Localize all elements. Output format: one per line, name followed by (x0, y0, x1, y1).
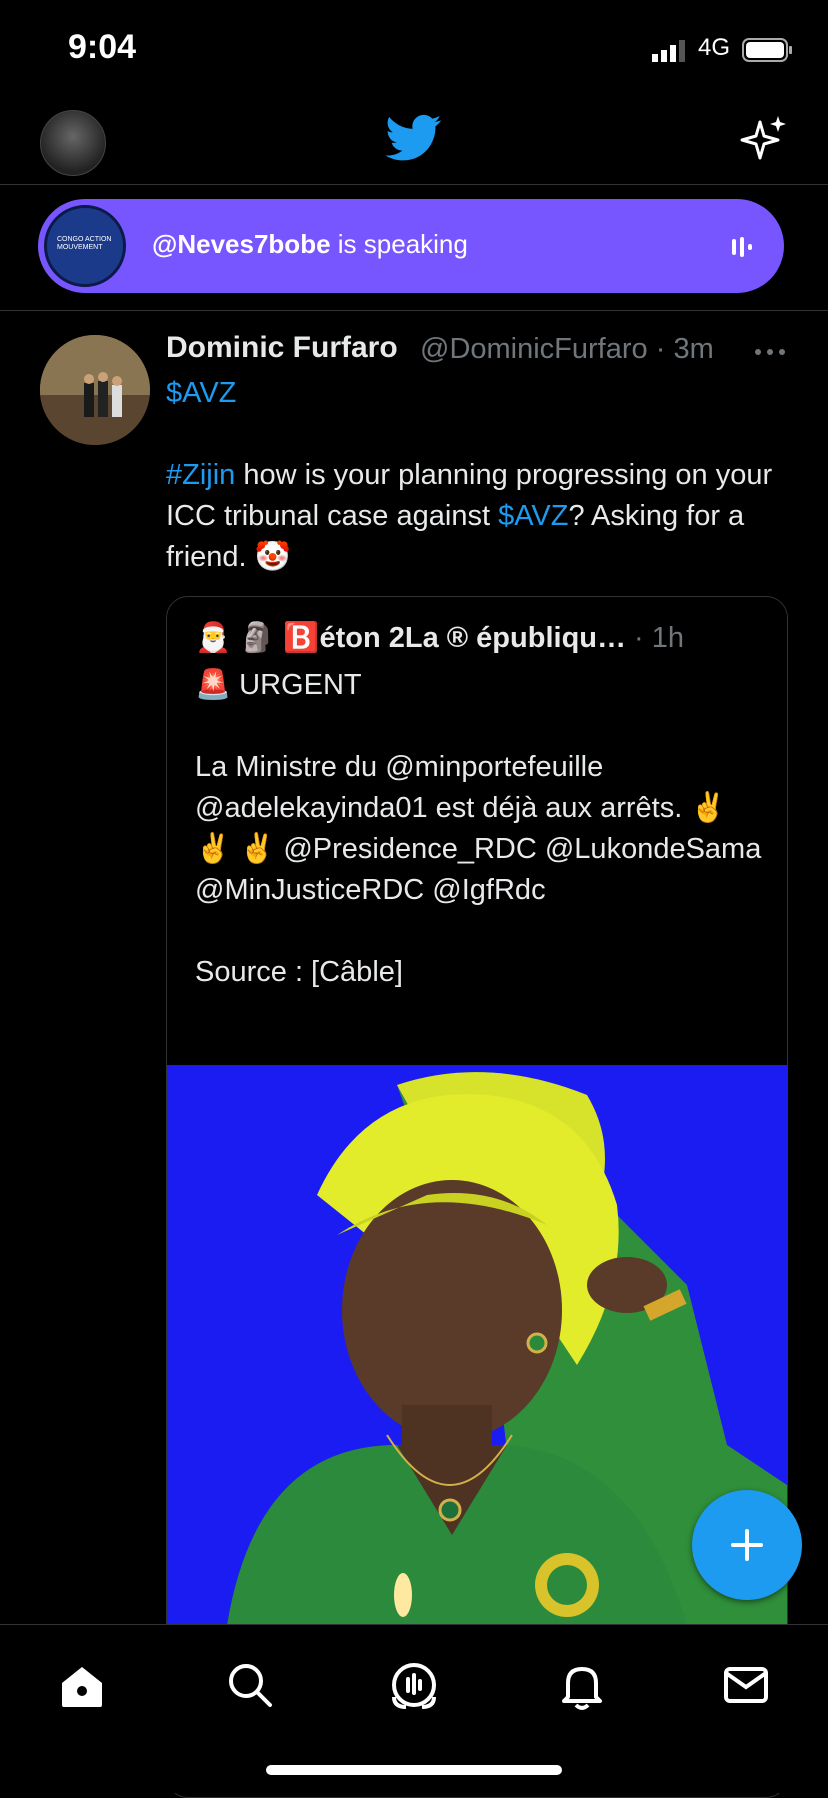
quote-separator: · (626, 622, 652, 654)
tab-bar (0, 1624, 828, 1793)
tweet-time: 3m (673, 333, 714, 365)
top-bar (0, 100, 828, 185)
author-meta: @DominicFurfaro · 3m (420, 333, 714, 366)
notifications-icon[interactable] (554, 1657, 610, 1713)
search-icon[interactable] (222, 1657, 278, 1713)
quoted-tweet[interactable]: 🎅 🗿 🅱️éton 2La ® épubliqu… · 1h 🚨 URGENT… (166, 596, 788, 1798)
meta-separator: · (647, 333, 674, 365)
spaces-banner[interactable]: CONGO ACTION MOUVEMENT @Neves7bobe is sp… (38, 199, 784, 293)
quote-emoji-avatar: 🎅 🗿 (195, 622, 276, 654)
spaces-avatar-text: CONGO ACTION MOUVEMENT (57, 236, 112, 251)
spaces-handle: @Neves7bobe (152, 229, 331, 259)
author-avatar[interactable] (40, 335, 150, 445)
quote-header: 🎅 🗿 🅱️éton 2La ® épubliqu… · 1h (195, 621, 684, 655)
author-handle[interactable]: @DominicFurfaro (420, 333, 648, 365)
network-label: 4G (698, 34, 731, 61)
cashtag-link[interactable]: $AVZ (498, 500, 568, 532)
quote-body: 🚨 URGENT La Ministre du @minportefeuille… (195, 669, 762, 988)
status-bar: 9:04 4G (0, 0, 828, 100)
messages-icon[interactable] (718, 1657, 774, 1713)
spaces-host-avatar: CONGO ACTION MOUVEMENT (44, 205, 126, 287)
home-indicator (266, 1765, 562, 1775)
spaces-suffix: is speaking (330, 229, 468, 259)
equalizer-icon (732, 237, 752, 257)
twitter-logo-icon[interactable] (386, 114, 442, 162)
more-icon[interactable] (754, 347, 786, 357)
profile-avatar[interactable] (40, 110, 106, 176)
quote-author-name[interactable]: 🅱️éton 2La ® épubliqu… (283, 622, 626, 654)
signal-icon (652, 40, 685, 62)
divider (0, 310, 828, 311)
plus-icon (731, 1529, 763, 1561)
author-name[interactable]: Dominic Furfaro (166, 331, 398, 365)
battery-icon (742, 38, 792, 62)
status-time: 9:04 (68, 28, 137, 66)
sparkle-icon[interactable] (740, 114, 790, 164)
compose-button[interactable] (692, 1490, 802, 1600)
avatar-photo (40, 335, 150, 445)
hashtag-link[interactable]: #Zijin (166, 459, 235, 491)
spaces-status: @Neves7bobe is speaking (152, 229, 468, 260)
home-icon[interactable] (54, 1657, 110, 1713)
quote-time: 1h (651, 622, 685, 654)
tweet-body: $AVZ #Zijin how is your planning progres… (166, 373, 796, 578)
cashtag-link[interactable]: $AVZ (166, 377, 236, 409)
spaces-icon[interactable] (386, 1657, 442, 1713)
